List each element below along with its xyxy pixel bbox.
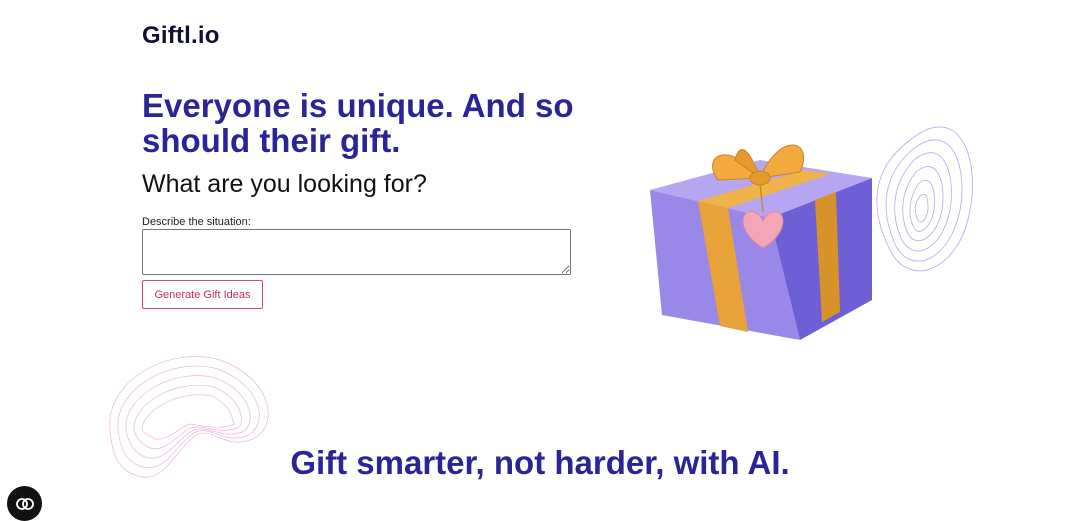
- logo[interactable]: Giftl.io: [142, 22, 220, 50]
- hero-subtitle: What are you looking for?: [142, 170, 427, 198]
- situation-input[interactable]: [142, 229, 571, 275]
- contour-swirl-right: [876, 126, 973, 272]
- chat-widget-button[interactable]: [7, 486, 42, 521]
- hero-title: Everyone is unique. And so should their …: [142, 87, 574, 159]
- chat-widget-icon: [15, 497, 34, 510]
- situation-label: Describe the situation:: [142, 216, 251, 228]
- generate-gift-ideas-button[interactable]: Generate Gift Ideas: [142, 280, 263, 309]
- gift-box-illustration: [650, 126, 973, 340]
- tagline: Gift smarter, not harder, with AI.: [290, 444, 790, 481]
